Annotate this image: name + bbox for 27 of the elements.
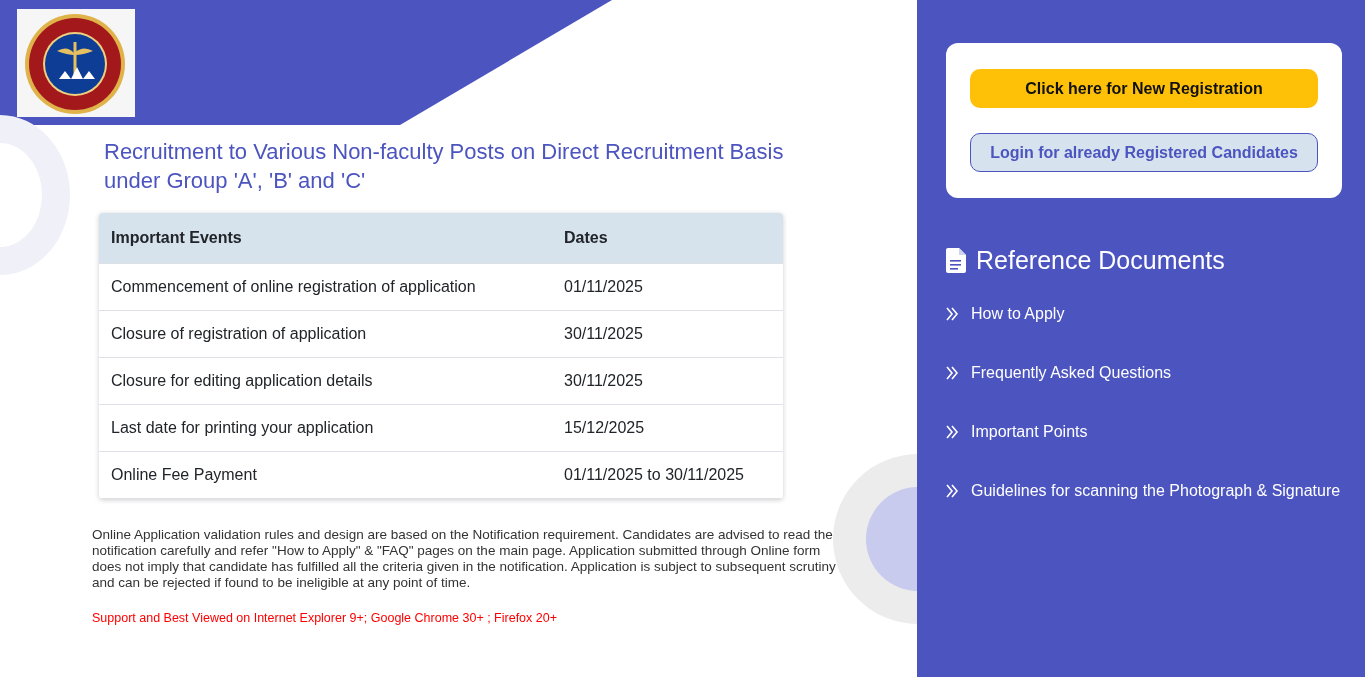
double-chevron-icon xyxy=(946,306,959,321)
notice-text: Online Application validation rules and design are based on the Notification requirement. Candidates are advised to read the notification carefully and refer "How to Apply" & "FAQ" pages on the main page. Application submitted through Online form does not imply that candidate has fulfilled all the criteria given in the notification. Application is subject to subsequent scrutiny and can be rejected if found to be ineligible at any point of time. xyxy=(92,527,837,591)
double-chevron-icon xyxy=(946,483,959,498)
table-cell: Commencement of online registration of application xyxy=(99,263,552,311)
reference-link[interactable]: How to Apply xyxy=(971,301,1065,326)
document-icon xyxy=(946,248,966,274)
column-header: Dates xyxy=(552,213,783,264)
table-cell: 30/11/2025 xyxy=(552,310,783,358)
table-cell: Closure of registration of application xyxy=(99,310,552,358)
page-title: Recruitment to Various Non-faculty Posts on Direct Recruitment Basis under Group 'A', 'B' and 'C' xyxy=(104,138,785,195)
column-header: Important Events xyxy=(99,213,552,264)
table-cell: Closure for editing application details xyxy=(99,357,552,405)
browser-support-note: Support and Best Viewed on Internet Explorer 9+; Google Chrome 30+ ; Firefox 20+ xyxy=(92,610,558,627)
table-cell: 01/11/2025 to 30/11/2025 xyxy=(552,451,783,499)
login-button[interactable]: Login for already Registered Candidates xyxy=(970,133,1318,172)
section-heading: Reference Documents xyxy=(976,245,1225,276)
reference-link[interactable]: Frequently Asked Questions xyxy=(971,360,1172,385)
table-cell: 15/12/2025 xyxy=(552,404,783,452)
reference-link[interactable]: Guidelines for scanning the Photograph & Signature xyxy=(971,478,1341,503)
new-registration-button[interactable]: Click here for New Registration xyxy=(970,69,1318,108)
table-cell: 30/11/2025 xyxy=(552,357,783,405)
table-cell: Online Fee Payment xyxy=(99,451,552,499)
table-cell: Last date for printing your application xyxy=(99,404,552,452)
table-cell: 01/11/2025 xyxy=(552,263,783,311)
double-chevron-icon xyxy=(946,365,959,380)
double-chevron-icon xyxy=(946,424,959,439)
reference-link[interactable]: Important Points xyxy=(971,419,1088,444)
